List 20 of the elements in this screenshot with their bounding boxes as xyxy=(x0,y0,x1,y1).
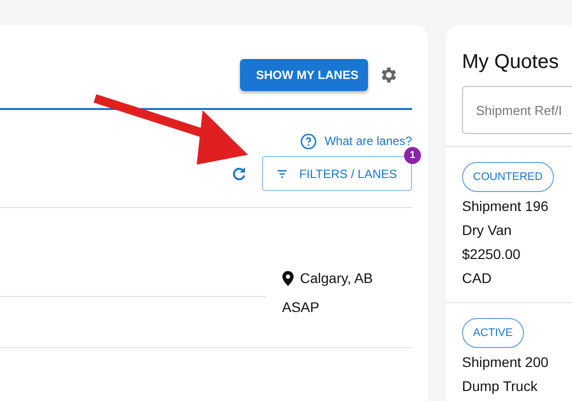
filter-icon xyxy=(277,168,288,180)
status-badge: COUNTERED xyxy=(462,162,554,192)
my-quotes-title: My Quotes xyxy=(462,51,560,75)
timing-text: ASAP xyxy=(282,299,320,315)
refresh-icon[interactable] xyxy=(230,164,248,182)
filter-count-badge: 1 xyxy=(404,147,421,164)
help-icon[interactable] xyxy=(300,132,317,150)
status-badge: ACTIVE xyxy=(462,318,524,348)
shipment-search-field[interactable]: Shipment Ref/I xyxy=(462,86,572,134)
quote-detail-text: Shipment 200 xyxy=(462,353,550,372)
show-my-lanes-button[interactable]: SHOW MY LANES xyxy=(240,59,368,91)
filters-lanes-button[interactable]: FILTERS / LANES xyxy=(262,156,412,191)
location-text: Calgary, AB xyxy=(300,270,373,286)
what-are-lanes-link[interactable]: What are lanes? xyxy=(324,134,412,148)
quote-detail-text: Shipment 196 xyxy=(462,197,550,216)
quote-detail-text: Dump Truck xyxy=(462,377,538,396)
location-pin-icon xyxy=(282,270,294,286)
quote-detail-text: Dry Van xyxy=(462,221,513,240)
quote-detail-text: $2250.00 xyxy=(462,245,522,264)
quote-detail-text: CAD xyxy=(462,269,493,288)
